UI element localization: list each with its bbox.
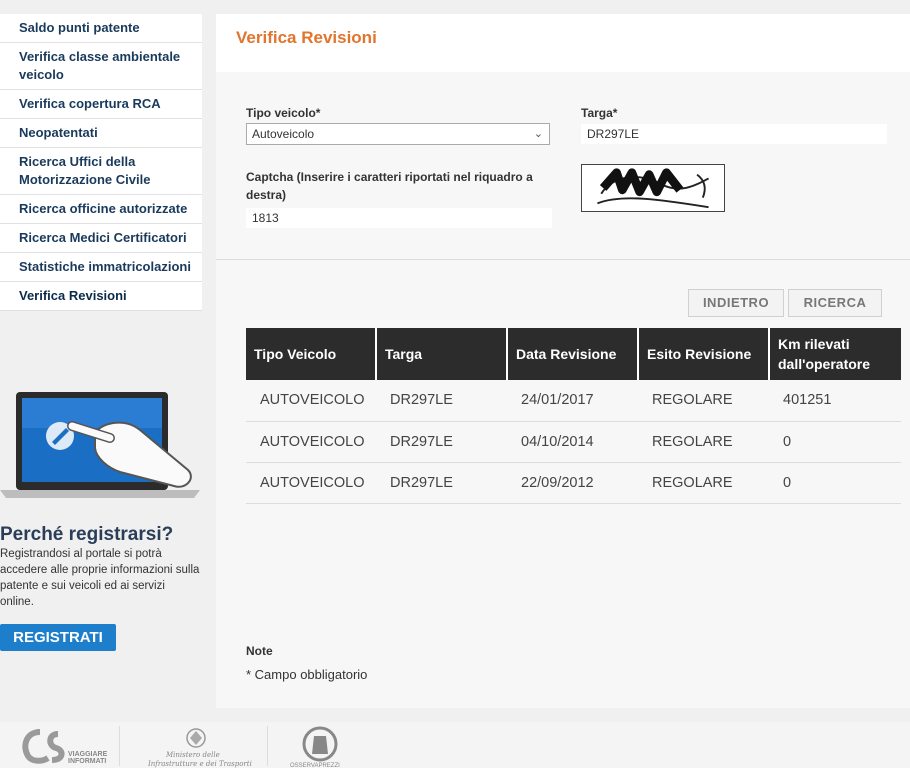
promo-title: Perché registrarsi?: [0, 524, 174, 545]
col-targa: Targa: [376, 328, 508, 380]
footer-logos: VIAGGIARE INFORMATI Ministero delle Infr…: [0, 722, 910, 768]
notes-text: * Campo obbligatorio: [246, 667, 368, 682]
sidebar-item-copertura-rca[interactable]: Verifica copertura RCA: [0, 90, 202, 119]
tipo-veicolo-value: Autoveicolo: [252, 127, 315, 141]
svg-text:Infrastrutture e dei Trasporti: Infrastrutture e dei Trasporti: [147, 760, 252, 768]
cell-targa: DR297LE: [376, 462, 507, 504]
page-title: Verifica Revisioni: [236, 28, 377, 47]
col-data-revisione: Data Revisione: [507, 328, 639, 380]
cell-esito: REGOLARE: [638, 421, 769, 463]
back-button[interactable]: INDIETRO: [688, 289, 784, 317]
ministero-logo[interactable]: Ministero delle Infrastrutture e dei Tra…: [138, 726, 268, 768]
cell-km: 401251: [769, 380, 901, 422]
targa-input[interactable]: DR297LE: [581, 124, 887, 144]
notes-label: Note: [246, 644, 273, 658]
cell-km: 0: [769, 462, 901, 504]
col-km-rilevati: Km rilevati dall'operatore: [769, 328, 901, 380]
cell-targa: DR297LE: [376, 421, 507, 463]
sidebar-item-saldo-punti[interactable]: Saldo punti patente: [0, 14, 202, 43]
search-form: Tipo veicolo* Autoveicolo ⌄ Targa* DR297…: [216, 72, 910, 260]
captcha-image: [581, 164, 725, 212]
captcha-input[interactable]: 1813: [246, 208, 552, 228]
table-row: AUTOVEICOLO DR297LE 22/09/2012 REGOLARE …: [246, 462, 901, 504]
sidebar-item-officine[interactable]: Ricerca officine autorizzate: [0, 195, 202, 224]
osservaprezzi-icon: OSSERVAPREZZI: [290, 726, 340, 768]
cell-tipo: AUTOVEICOLO: [246, 380, 376, 422]
cell-tipo: AUTOVEICOLO: [246, 462, 376, 504]
sidebar-item-classe-ambientale[interactable]: Verifica classe ambientale veicolo: [0, 43, 202, 90]
title-bar: Verifica Revisioni: [216, 14, 910, 72]
chevron-down-icon: ⌄: [533, 128, 543, 140]
sidebar-item-neopatentati[interactable]: Neopatentati: [0, 119, 202, 148]
table-row: AUTOVEICOLO DR297LE 04/10/2014 REGOLARE …: [246, 421, 901, 463]
svg-text:Ministero delle: Ministero delle: [165, 751, 220, 759]
sidebar-item-uffici-motorizzazione[interactable]: Ricerca Uffici della Motorizzazione Civi…: [0, 148, 202, 195]
targa-label: Targa*: [581, 106, 618, 120]
sidebar-menu: Saldo punti patente Verifica classe ambi…: [0, 14, 202, 311]
col-tipo-veicolo: Tipo Veicolo: [246, 328, 377, 380]
cell-data: 04/10/2014: [507, 421, 638, 463]
svg-text:OSSERVAPREZZI: OSSERVAPREZZI: [290, 763, 340, 768]
captcha-label: Captcha (Inserire i caratteri riportati …: [246, 170, 533, 202]
cell-data: 24/01/2017: [507, 380, 638, 422]
svg-text:INFORMATI: INFORMATI: [68, 758, 106, 765]
table-header-row: Tipo Veicolo Targa Data Revisione Esito …: [246, 328, 901, 380]
search-button[interactable]: RICERCA: [788, 289, 882, 317]
cell-km: 0: [769, 421, 901, 463]
main-panel: Verifica Revisioni Tipo veicolo* Autovei…: [216, 14, 910, 708]
laptop-touch-illustration: [0, 392, 200, 498]
sidebar-item-medici[interactable]: Ricerca Medici Certificatori: [0, 224, 202, 253]
cell-esito: REGOLARE: [638, 380, 769, 422]
tipo-veicolo-label: Tipo veicolo*: [246, 106, 321, 120]
ministero-emblem-icon: Ministero delle Infrastrutture e dei Tra…: [147, 728, 252, 768]
col-esito-revisione: Esito Revisione: [638, 328, 770, 380]
cell-data: 22/09/2012: [507, 462, 638, 504]
cciss-logo[interactable]: VIAGGIARE INFORMATI: [18, 726, 120, 766]
sidebar-item-statistiche[interactable]: Statistiche immatricolazioni: [0, 253, 202, 282]
sidebar-item-verifica-revisioni[interactable]: Verifica Revisioni: [0, 282, 202, 311]
table-row: AUTOVEICOLO DR297LE 24/01/2017 REGOLARE …: [246, 380, 901, 422]
promo-text: Registrandosi al portale si potrà accede…: [0, 548, 200, 608]
cell-tipo: AUTOVEICOLO: [246, 421, 376, 463]
cell-esito: REGOLARE: [638, 462, 769, 504]
cciss-logo-icon: VIAGGIARE INFORMATI: [22, 729, 108, 765]
cciss-logo-text: VIAGGIARE: [68, 751, 108, 758]
results-table: Tipo Veicolo Targa Data Revisione Esito …: [246, 328, 901, 504]
cell-targa: DR297LE: [376, 380, 507, 422]
tipo-veicolo-select[interactable]: Autoveicolo ⌄: [246, 123, 550, 145]
osservaprezzi-logo[interactable]: OSSERVAPREZZI: [286, 726, 356, 768]
register-button[interactable]: REGISTRATI: [0, 624, 116, 651]
